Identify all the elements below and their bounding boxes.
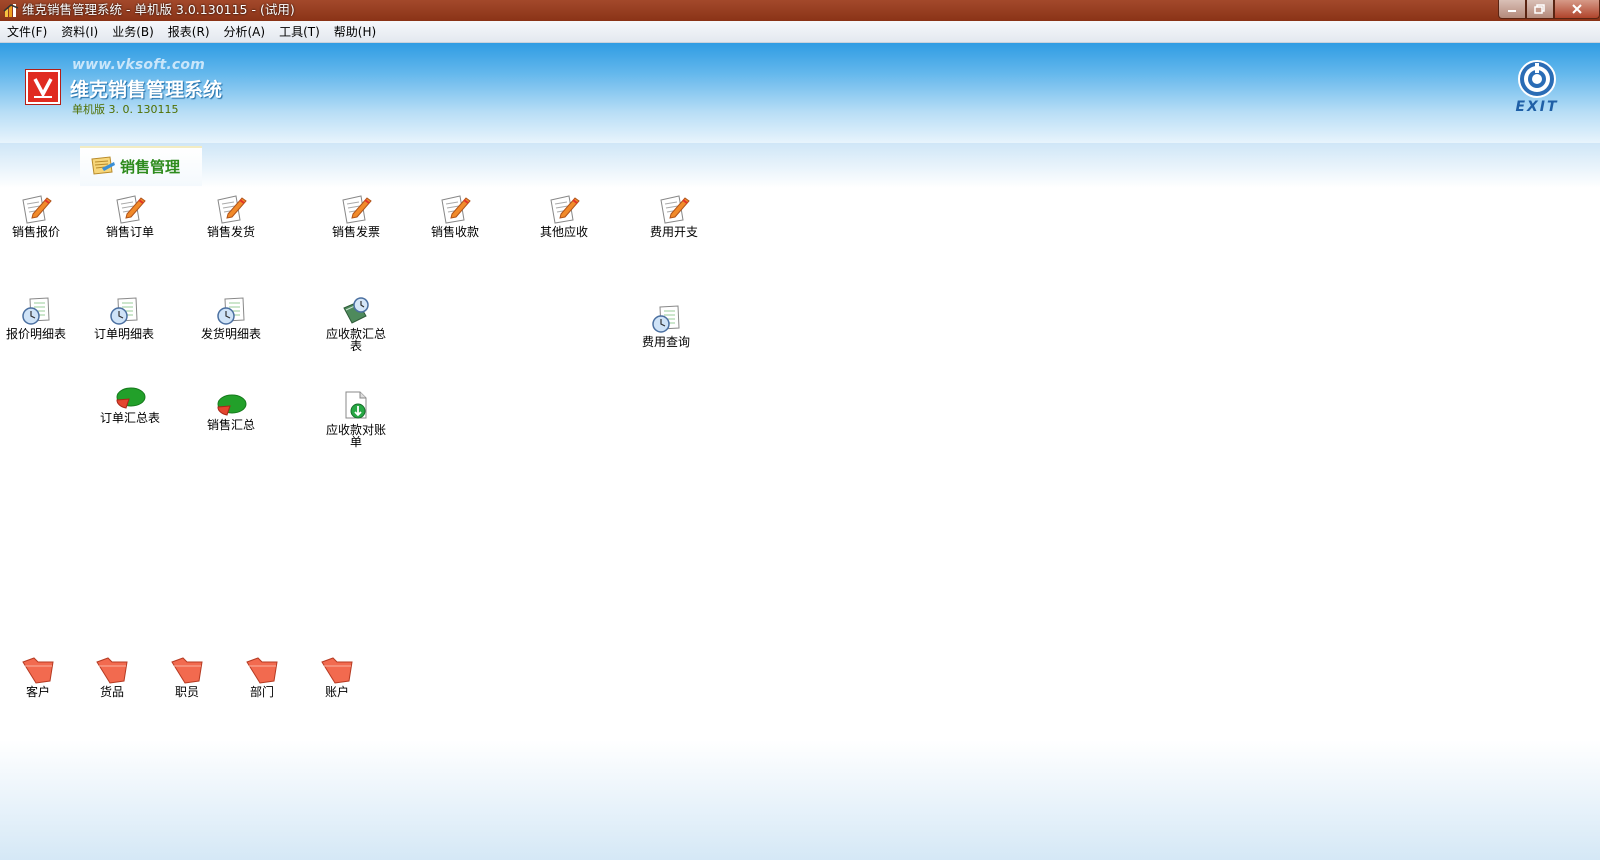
minimize-icon <box>1508 10 1516 12</box>
expense-query-item[interactable]: 费用查询 <box>626 304 706 348</box>
document-pen-icon <box>660 195 690 224</box>
item-label: 订单汇总表 <box>99 411 160 425</box>
item-label: 销售收款 <box>430 225 479 239</box>
item-label: 职员 <box>174 685 199 699</box>
menu-data[interactable]: 资料(I) <box>54 22 105 42</box>
menu-analysis[interactable]: 分析(A) <box>217 22 273 42</box>
report-clock-icon <box>22 297 50 325</box>
version-label: 单机版 3. 0. 130115 <box>72 103 179 116</box>
exit-label: EXIT <box>1515 99 1559 115</box>
sales-order-item[interactable]: 销售订单 <box>90 192 170 238</box>
menu-bar: 文件(F) 资料(I) 业务(B) 报表(R) 分析(A) 工具(T) 帮助(H… <box>0 21 1600 43</box>
account-item[interactable]: 账户 <box>297 656 377 698</box>
menu-reports[interactable]: 报表(R) <box>161 22 217 42</box>
document-pen-icon <box>441 195 471 224</box>
menu-business[interactable]: 业务(B) <box>105 22 161 42</box>
document-pen-icon <box>116 195 146 224</box>
app-logo <box>26 70 60 104</box>
header-banner: www.vksoft.com 维克销售管理系统 单机版 3. 0. 130115… <box>0 43 1600 143</box>
restore-button[interactable] <box>1526 0 1554 19</box>
title-bar: 维克销售管理系统 - 单机版 3.0.130115 - (试用) <box>0 0 1600 21</box>
folder-icon <box>171 657 203 684</box>
tab-sales-management[interactable]: 销售管理 <box>80 146 202 186</box>
order-summary-item[interactable]: 订单汇总表 <box>90 386 170 424</box>
pie-chart-icon <box>116 387 146 409</box>
customer-item[interactable]: 客户 <box>0 656 78 698</box>
order-detail-report-item[interactable]: 订单明细表 <box>84 296 164 340</box>
pie-chart-icon <box>217 394 247 416</box>
sales-invoice-item[interactable]: 销售发票 <box>316 192 396 238</box>
sales-summary-item[interactable]: 销售汇总 <box>191 393 271 431</box>
item-label: 账户 <box>324 685 349 699</box>
product-item[interactable]: 货品 <box>72 656 152 698</box>
app-name: 维克销售管理系统 <box>70 79 223 101</box>
item-label: 销售报价 <box>11 225 60 239</box>
power-icon <box>1518 60 1556 98</box>
item-label: 报价明细表 <box>5 327 66 341</box>
content-band <box>0 143 1600 188</box>
menu-help[interactable]: 帮助(H) <box>327 22 383 42</box>
department-item[interactable]: 部门 <box>222 656 302 698</box>
receivable-summary-item[interactable]: 应收款汇总表 <box>316 296 396 352</box>
folder-icon <box>246 657 278 684</box>
sales-tab-icon <box>91 156 115 175</box>
item-label: 客户 <box>25 685 50 699</box>
sales-delivery-item[interactable]: 销售发货 <box>191 192 271 238</box>
report-clock-icon <box>110 297 138 325</box>
item-label: 销售订单 <box>105 225 154 239</box>
bottom-gradient <box>0 740 1600 860</box>
receivable-statement-item[interactable]: 应收款对账单 <box>316 390 396 448</box>
document-pen-icon <box>22 195 52 224</box>
report-clock-icon <box>217 297 245 325</box>
sales-receipt-item[interactable]: 销售收款 <box>415 192 495 238</box>
document-pen-icon <box>217 195 247 224</box>
menu-tools[interactable]: 工具(T) <box>272 22 327 42</box>
item-label: 部门 <box>249 685 274 699</box>
quote-detail-report-item[interactable]: 报价明细表 <box>0 296 76 340</box>
close-button[interactable] <box>1554 0 1600 19</box>
document-pen-icon <box>342 195 372 224</box>
item-label: 其他应收 <box>539 225 588 239</box>
item-label: 销售发货 <box>206 225 255 239</box>
item-label: 货品 <box>99 685 124 699</box>
item-label: 销售汇总 <box>206 418 255 432</box>
report-clock-icon <box>652 305 680 333</box>
close-icon <box>1572 4 1582 14</box>
item-label: 费用开支 <box>649 225 698 239</box>
minimize-button[interactable] <box>1498 0 1526 19</box>
logo-v-icon <box>33 78 53 98</box>
item-label: 费用查询 <box>641 335 690 349</box>
document-pen-icon <box>550 195 580 224</box>
item-label: 订单明细表 <box>93 327 154 341</box>
other-receivable-item[interactable]: 其他应收 <box>524 192 604 238</box>
item-label: 发货明细表 <box>200 327 261 341</box>
document-download-icon <box>345 391 367 419</box>
book-clock-icon <box>343 297 369 324</box>
folder-icon <box>96 657 128 684</box>
employee-item[interactable]: 职员 <box>147 656 227 698</box>
site-url: www.vksoft.com <box>72 57 206 73</box>
expense-item[interactable]: 费用开支 <box>634 192 714 238</box>
delivery-detail-report-item[interactable]: 发货明细表 <box>191 296 271 340</box>
item-label: 销售发票 <box>331 225 380 239</box>
folder-icon <box>321 657 353 684</box>
restore-icon <box>1534 4 1545 14</box>
tab-label: 销售管理 <box>120 158 181 176</box>
sales-quote-item[interactable]: 销售报价 <box>0 192 76 238</box>
app-icon <box>3 4 19 17</box>
item-label: 应收款汇总表 <box>325 327 386 353</box>
exit-button[interactable]: EXIT <box>1510 59 1564 119</box>
menu-file[interactable]: 文件(F) <box>0 22 54 42</box>
item-label: 应收款对账单 <box>325 423 386 449</box>
folder-icon <box>22 657 54 684</box>
window-title: 维克销售管理系统 - 单机版 3.0.130115 - (试用) <box>22 2 295 17</box>
